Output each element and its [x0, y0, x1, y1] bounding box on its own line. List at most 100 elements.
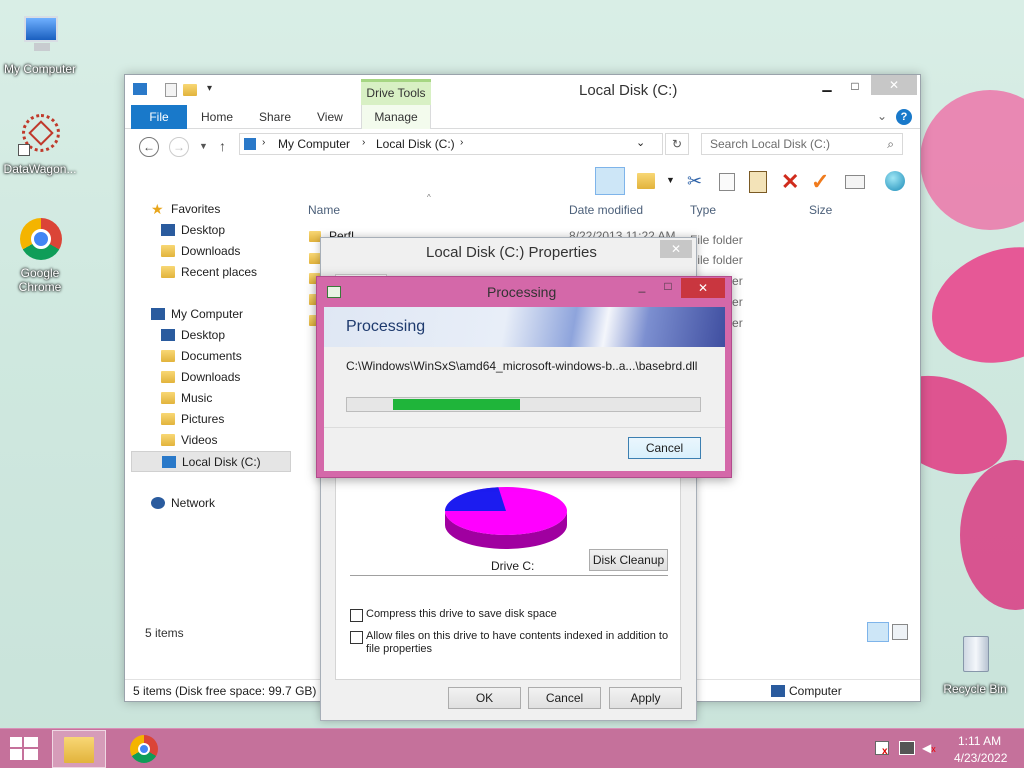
- breadcrumb-chevron-icon[interactable]: ›: [262, 137, 265, 148]
- column-header-type[interactable]: Type: [690, 203, 716, 217]
- nav-label: Music: [181, 391, 213, 405]
- downloads-folder-icon: [161, 245, 175, 257]
- breadcrumb-local-disk[interactable]: Local Disk (C:): [376, 137, 455, 151]
- delete-icon[interactable]: ✕: [781, 169, 799, 195]
- breadcrumb-chevron-icon[interactable]: ›: [460, 137, 463, 148]
- file-row-type: File folder: [690, 253, 743, 267]
- desktop-icon-my-computer[interactable]: My Computer: [0, 12, 80, 76]
- details-view-button[interactable]: [867, 622, 889, 642]
- nav-videos[interactable]: Videos: [131, 430, 291, 451]
- nav-favorites-desktop[interactable]: Desktop: [131, 220, 291, 241]
- desktop-icon-datawagon[interactable]: DataWagon...: [0, 112, 80, 176]
- desktop-icon-chrome[interactable]: Google Chrome: [0, 216, 80, 294]
- start-button[interactable]: [10, 737, 38, 761]
- tab-share[interactable]: Share: [247, 105, 303, 129]
- breadcrumb-chevron-icon[interactable]: ›: [362, 137, 365, 148]
- clock-time[interactable]: 1:11 AM: [958, 734, 1001, 748]
- minimize-button[interactable]: ▁: [813, 75, 841, 97]
- copy-icon[interactable]: [719, 173, 735, 191]
- large-icons-view-button[interactable]: [892, 624, 908, 640]
- forward-button[interactable]: →: [169, 137, 189, 157]
- taskbar: x ◀x 1:11 AM 4/23/2022: [0, 728, 1024, 768]
- progress-fill: [392, 399, 520, 410]
- globe-icon[interactable]: [885, 171, 905, 191]
- index-checkbox[interactable]: [350, 631, 363, 644]
- preview-pane-button[interactable]: [595, 167, 625, 195]
- processing-cancel-button[interactable]: Cancel: [628, 437, 701, 459]
- apply-button[interactable]: Apply: [609, 687, 682, 709]
- tab-view[interactable]: View: [305, 105, 355, 129]
- datawagon-icon: [16, 112, 64, 160]
- refresh-button[interactable]: ↻: [665, 133, 689, 155]
- customize-quick-access-icon[interactable]: ▾: [207, 83, 212, 94]
- help-icon[interactable]: ?: [896, 109, 912, 125]
- computer-icon: [16, 12, 64, 60]
- sort-ascending-icon: ^: [427, 193, 431, 202]
- computer-icon: [151, 308, 165, 320]
- disk-cleanup-button[interactable]: Disk Cleanup: [589, 549, 668, 571]
- desktop-icon-recycle-bin[interactable]: Recycle Bin: [935, 632, 1015, 696]
- column-header-name[interactable]: Name: [308, 203, 340, 217]
- nav-label: Network: [171, 496, 216, 510]
- new-folder-quick-icon[interactable]: [183, 84, 197, 96]
- volume-icon[interactable]: ◀x: [922, 741, 938, 755]
- close-button[interactable]: ✕: [871, 75, 917, 95]
- desktop-icon-label: Google Chrome: [18, 266, 62, 294]
- column-header-size[interactable]: Size: [809, 203, 832, 217]
- processing-maximize-button[interactable]: □: [657, 279, 679, 297]
- drive-label: Drive C:: [491, 559, 535, 573]
- clock-date[interactable]: 4/23/2022: [954, 751, 1007, 765]
- nav-favorites-recent[interactable]: Recent places: [131, 262, 291, 283]
- nav-label: Downloads: [181, 244, 241, 258]
- up-button[interactable]: ↑: [219, 138, 226, 154]
- tab-manage[interactable]: Manage: [361, 105, 431, 129]
- tab-file[interactable]: File: [131, 105, 187, 129]
- taskbar-chrome-button[interactable]: [124, 733, 164, 765]
- properties-quick-icon[interactable]: [165, 83, 177, 97]
- taskbar-explorer-button[interactable]: [52, 730, 106, 768]
- maximize-button[interactable]: □: [841, 75, 869, 97]
- nav-label: Desktop: [181, 223, 226, 237]
- nav-network[interactable]: Network: [131, 493, 291, 514]
- shortcut-arrow-icon: [18, 144, 30, 156]
- expand-ribbon-icon[interactable]: ⌄: [877, 109, 887, 123]
- properties-close-button[interactable]: ✕: [660, 240, 692, 258]
- compress-checkbox[interactable]: [350, 609, 363, 622]
- pie-free-slice: [445, 487, 506, 511]
- breadcrumb-my-computer[interactable]: My Computer: [278, 137, 350, 151]
- back-button[interactable]: ←: [139, 137, 159, 157]
- desktop-icon-label: Recycle Bin: [943, 682, 1007, 696]
- nav-downloads[interactable]: Downloads: [131, 367, 291, 388]
- recent-places-icon: [161, 266, 175, 278]
- nav-local-disk[interactable]: Local Disk (C:): [131, 451, 291, 472]
- nav-my-computer[interactable]: My Computer: [131, 304, 291, 325]
- processing-close-button[interactable]: ✕: [681, 278, 725, 298]
- check-icon[interactable]: ✓: [811, 169, 829, 195]
- processing-body: Processing C:\Windows\WinSxS\amd64_micro…: [324, 307, 725, 471]
- toolbar-dropdown-icon[interactable]: ▼: [666, 175, 675, 185]
- action-center-icon[interactable]: x: [875, 741, 889, 757]
- address-bar[interactable]: › My Computer › Local Disk (C:) › ⌄: [239, 133, 663, 155]
- recent-locations-icon[interactable]: ▼: [199, 141, 208, 151]
- nav-favorites[interactable]: ★ Favorites: [131, 199, 291, 220]
- rename-icon[interactable]: [845, 175, 865, 189]
- folder-options-icon[interactable]: [637, 173, 655, 189]
- column-header-date[interactable]: Date modified: [569, 203, 643, 217]
- wallpaper-petal: [915, 227, 1024, 383]
- paste-icon[interactable]: [749, 171, 767, 193]
- cut-icon[interactable]: ✂: [687, 171, 702, 192]
- search-input[interactable]: Search Local Disk (C:) ⌕: [701, 133, 903, 155]
- cancel-button[interactable]: Cancel: [528, 687, 601, 709]
- nav-documents[interactable]: Documents: [131, 346, 291, 367]
- tab-home[interactable]: Home: [189, 105, 245, 129]
- address-dropdown-icon[interactable]: ⌄: [636, 136, 645, 149]
- nav-music[interactable]: Music: [131, 388, 291, 409]
- documents-folder-icon: [161, 350, 175, 362]
- nav-favorites-downloads[interactable]: Downloads: [131, 241, 291, 262]
- nav-desktop[interactable]: Desktop: [131, 325, 291, 346]
- ok-button[interactable]: OK: [448, 687, 521, 709]
- nav-pictures[interactable]: Pictures: [131, 409, 291, 430]
- processing-minimize-button[interactable]: _: [631, 279, 653, 297]
- network-tray-icon[interactable]: [899, 741, 915, 755]
- desktop-icon-label: My Computer: [3, 62, 77, 76]
